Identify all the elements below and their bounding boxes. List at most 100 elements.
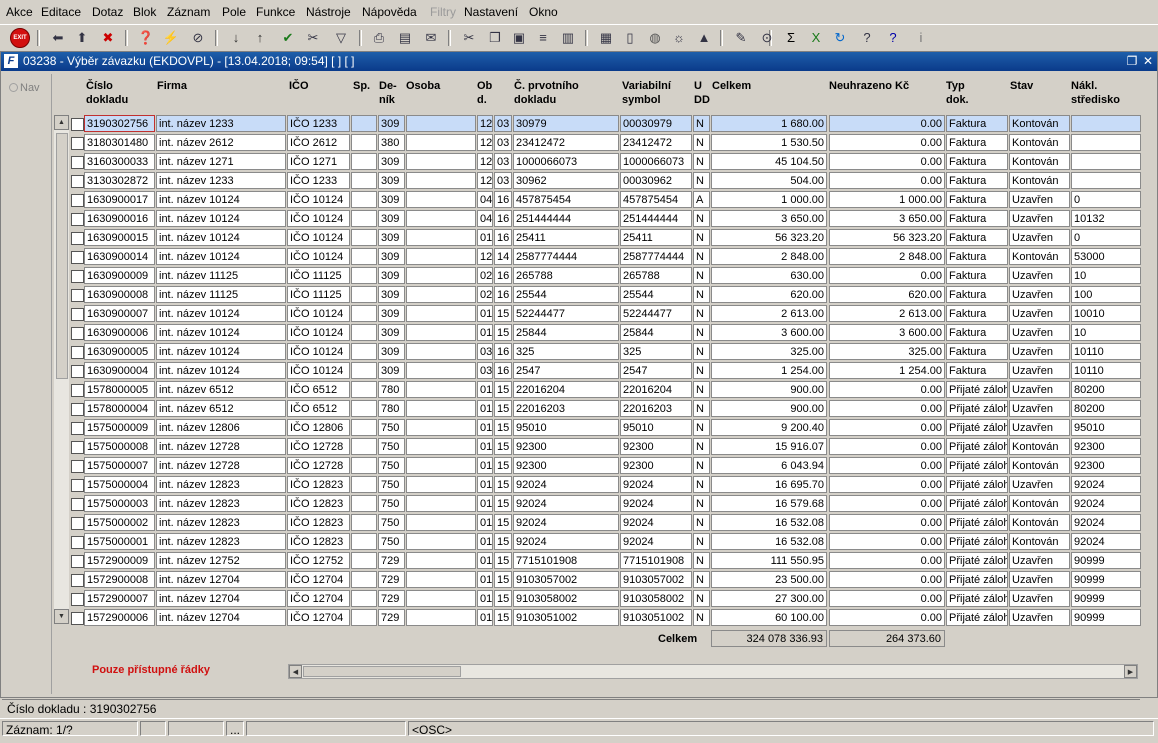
- cell-obd1[interactable]: 01: [477, 419, 493, 436]
- cell-ico[interactable]: IČO 6512: [287, 381, 350, 398]
- cell-udd[interactable]: N: [693, 286, 710, 303]
- cell-typ[interactable]: Faktura: [946, 267, 1008, 284]
- cell-obd1[interactable]: 12: [477, 172, 493, 189]
- cell-nakl[interactable]: 90999: [1071, 552, 1141, 569]
- cell-celkem[interactable]: 325.00: [711, 343, 827, 360]
- cell-firma[interactable]: int. název 1233: [156, 172, 286, 189]
- cell-cislo[interactable]: 1578000005: [84, 381, 155, 398]
- column-header-denik[interactable]: De- ník: [379, 79, 397, 107]
- cell-cislo[interactable]: 1575000009: [84, 419, 155, 436]
- table-row[interactable]: 3190302756 int. název 1233 IČO 1233 309 12 03…: [54, 115, 1154, 133]
- cell-ico[interactable]: IČO 12704: [287, 590, 350, 607]
- cell-variabilni[interactable]: 457875454: [620, 191, 692, 208]
- cell-variabilni[interactable]: 325: [620, 343, 692, 360]
- row-checkbox[interactable]: [71, 498, 84, 511]
- cell-firma[interactable]: int. název 10124: [156, 362, 286, 379]
- cell-neuhrazeno[interactable]: 0.00: [829, 609, 945, 626]
- row-checkbox[interactable]: [71, 460, 84, 473]
- column-header-ico[interactable]: IČO: [289, 79, 309, 93]
- cell-firma[interactable]: int. název 12823: [156, 476, 286, 493]
- cell-denik[interactable]: 309: [378, 229, 405, 246]
- menu-nastroje[interactable]: Nástroje: [306, 5, 351, 19]
- cell-sp[interactable]: [351, 248, 377, 265]
- cell-nakl[interactable]: 0: [1071, 191, 1141, 208]
- cell-udd[interactable]: N: [693, 457, 710, 474]
- cell-celkem[interactable]: 504.00: [711, 172, 827, 189]
- cell-typ[interactable]: Přijaté záloh: [946, 552, 1008, 569]
- cell-udd[interactable]: N: [693, 514, 710, 531]
- cell-variabilni[interactable]: 95010: [620, 419, 692, 436]
- cell-stav[interactable]: Uzavřen: [1009, 229, 1070, 246]
- cell-denik[interactable]: 750: [378, 438, 405, 455]
- cell-nakl[interactable]: 92300: [1071, 438, 1141, 455]
- cell-denik[interactable]: 309: [378, 362, 405, 379]
- cell-neuhrazeno[interactable]: 0.00: [829, 476, 945, 493]
- cell-c-prvotniho[interactable]: 1000066073: [513, 153, 619, 170]
- cell-osoba[interactable]: [406, 229, 476, 246]
- cell-sp[interactable]: [351, 476, 377, 493]
- calendar-button[interactable]: ▦: [596, 28, 616, 48]
- cell-osoba[interactable]: [406, 400, 476, 417]
- cell-neuhrazeno[interactable]: 0.00: [829, 533, 945, 550]
- cell-obd2[interactable]: 15: [494, 533, 512, 550]
- cell-ico[interactable]: IČO 10124: [287, 362, 350, 379]
- cell-udd[interactable]: N: [693, 438, 710, 455]
- cell-typ[interactable]: Faktura: [946, 172, 1008, 189]
- cell-obd1[interactable]: 04: [477, 210, 493, 227]
- cell-celkem[interactable]: 2 848.00: [711, 248, 827, 265]
- row-checkbox[interactable]: [71, 346, 84, 359]
- cell-denik[interactable]: 780: [378, 400, 405, 417]
- print-button[interactable]: ⎙: [369, 28, 389, 48]
- cell-variabilni[interactable]: 52244477: [620, 305, 692, 322]
- column-header-variabilni[interactable]: Variabilní symbol: [622, 79, 671, 107]
- help-query-button[interactable]: ?: [857, 28, 877, 48]
- table-row[interactable]: 1572900007 int. název 12704 IČO 12704 729 01…: [54, 590, 1154, 608]
- menu-filtry[interactable]: Filtry: [430, 5, 456, 19]
- cell-variabilni[interactable]: 00030979: [620, 115, 692, 132]
- cell-c-prvotniho[interactable]: 52244477: [513, 305, 619, 322]
- cut-button[interactable]: ✂: [459, 28, 479, 48]
- cell-neuhrazeno[interactable]: 0.00: [829, 457, 945, 474]
- cell-ico[interactable]: IČO 12823: [287, 533, 350, 550]
- cell-stav[interactable]: Uzavřen: [1009, 609, 1070, 626]
- table-row[interactable]: 1630900006 int. název 10124 IČO 10124 309 01…: [54, 324, 1154, 342]
- row-checkbox[interactable]: [71, 365, 84, 378]
- cell-ico[interactable]: IČO 6512: [287, 400, 350, 417]
- help-button[interactable]: ?: [883, 28, 903, 48]
- cell-nakl[interactable]: 90999: [1071, 571, 1141, 588]
- cell-sp[interactable]: [351, 210, 377, 227]
- cell-ico[interactable]: IČO 10124: [287, 210, 350, 227]
- cell-denik[interactable]: 750: [378, 419, 405, 436]
- cell-ico[interactable]: IČO 10124: [287, 324, 350, 341]
- cell-cislo[interactable]: 1630900016: [84, 210, 155, 227]
- cell-neuhrazeno[interactable]: 2 613.00: [829, 305, 945, 322]
- cell-obd1[interactable]: 01: [477, 533, 493, 550]
- cell-c-prvotniho[interactable]: 95010: [513, 419, 619, 436]
- cell-obd1[interactable]: 01: [477, 400, 493, 417]
- cell-c-prvotniho[interactable]: 9103058002: [513, 590, 619, 607]
- cell-c-prvotniho[interactable]: 325: [513, 343, 619, 360]
- excel-button[interactable]: X: [806, 28, 826, 48]
- cell-udd[interactable]: N: [693, 476, 710, 493]
- cell-udd[interactable]: N: [693, 571, 710, 588]
- cell-osoba[interactable]: [406, 533, 476, 550]
- cell-variabilni[interactable]: 25544: [620, 286, 692, 303]
- row-checkbox[interactable]: [71, 251, 84, 264]
- menu-funkce[interactable]: Funkce: [256, 5, 295, 19]
- cell-osoba[interactable]: [406, 191, 476, 208]
- cell-celkem[interactable]: 900.00: [711, 400, 827, 417]
- cell-stav[interactable]: Kontován: [1009, 514, 1070, 531]
- cell-udd[interactable]: N: [693, 134, 710, 151]
- column-header-celkem[interactable]: Celkem: [712, 79, 751, 93]
- cell-cislo[interactable]: 3190302756: [84, 115, 155, 132]
- cell-stav[interactable]: Uzavřen: [1009, 324, 1070, 341]
- cell-neuhrazeno[interactable]: 1 000.00: [829, 191, 945, 208]
- filter-button[interactable]: ▽: [331, 28, 351, 48]
- table-row[interactable]: 1630900005 int. název 10124 IČO 10124 309 03…: [54, 343, 1154, 361]
- cell-typ[interactable]: Přijaté záloh: [946, 381, 1008, 398]
- cell-firma[interactable]: int. název 10124: [156, 191, 286, 208]
- restore-icon[interactable]: ❐: [1125, 54, 1139, 68]
- cell-osoba[interactable]: [406, 590, 476, 607]
- cell-osoba[interactable]: [406, 362, 476, 379]
- cell-denik[interactable]: 750: [378, 495, 405, 512]
